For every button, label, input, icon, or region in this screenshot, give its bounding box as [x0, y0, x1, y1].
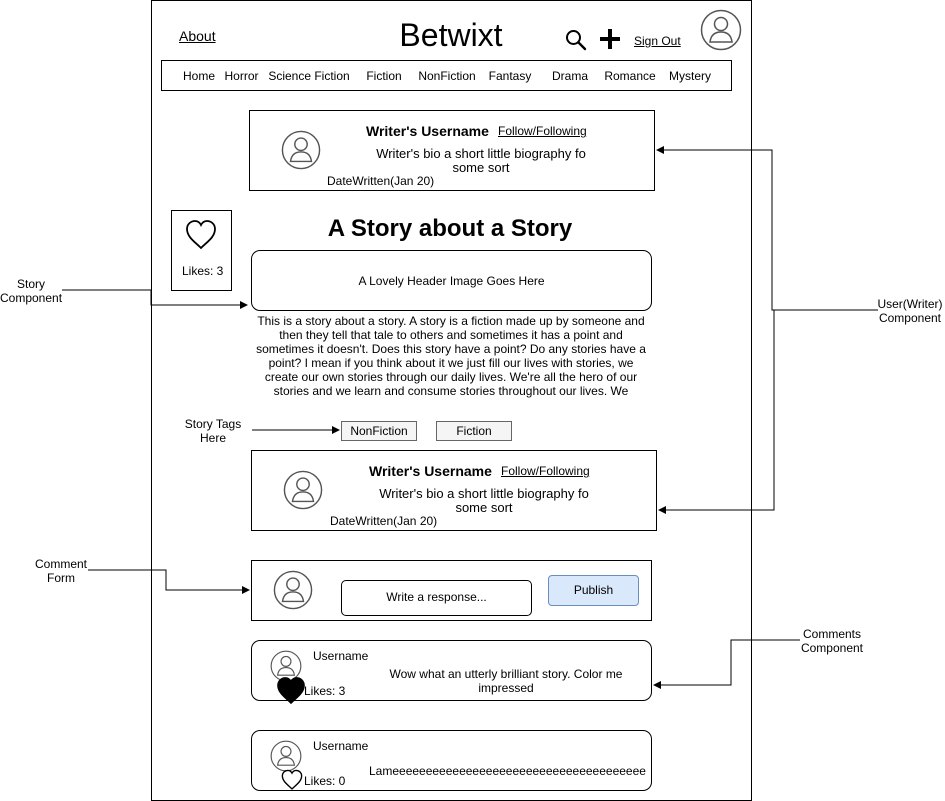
arrow-comments-component: [653, 639, 800, 689]
connector-arrows: [62, 146, 878, 689]
arrow-user-component-bottom: [658, 309, 775, 514]
arrow-comment-form: [88, 569, 250, 594]
arrow-story-component: [62, 289, 248, 309]
arrow-user-component-top: [656, 146, 878, 311]
